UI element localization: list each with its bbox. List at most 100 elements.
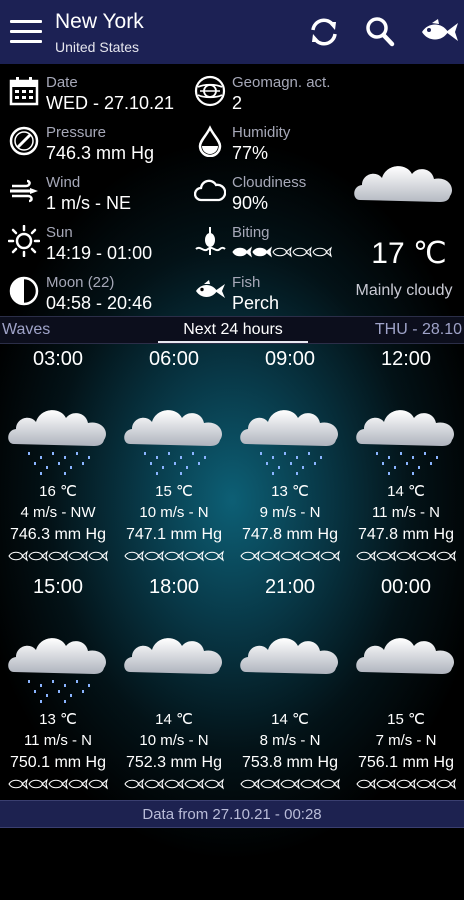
bite-fish-empty-icon	[144, 778, 164, 790]
date-value: WED - 27.10.21	[46, 93, 175, 113]
cloud-rain-icon	[238, 394, 342, 479]
app-header: New York United States	[0, 0, 464, 64]
active-tab-indicator	[158, 341, 308, 343]
cloud-rain-icon	[354, 394, 458, 479]
biting-label: Biting	[232, 224, 270, 241]
forecast-pressure: 756.1 mm Hg	[357, 754, 455, 771]
country-name[interactable]: United States	[55, 39, 139, 55]
cloud-outline-icon	[193, 175, 227, 207]
tab-next-24-hours[interactable]: Next 24 hours	[160, 321, 306, 339]
cloudiness-value: 90%	[232, 193, 269, 213]
forecast-card[interactable]: 09:00 13 ℃ 9 m/s - N 747.8 mm Hg	[232, 344, 348, 574]
forecast-card[interactable]: 00:00 15 ℃ 7 m/s - N 756.1 mm Hg	[348, 572, 464, 802]
forecast-time: 03:00	[32, 348, 84, 370]
bite-fish-empty-icon	[164, 778, 184, 790]
search-icon[interactable]	[362, 14, 398, 50]
forecast-card[interactable]: 03:00 16 ℃ 4 m/s - NW 746.3 mm Hg	[0, 344, 116, 574]
current-weather-cloud-icon	[352, 152, 458, 208]
forecast-pressure: 746.3 mm Hg	[9, 526, 107, 543]
pressure-label: Pressure	[46, 124, 107, 141]
refresh-icon[interactable]	[306, 14, 342, 50]
forecast-wind: 8 m/s - N	[259, 732, 321, 749]
barometer-icon	[8, 125, 40, 157]
forecast-temperature: 14 ℃	[387, 483, 425, 500]
bite-fish-empty-icon	[68, 550, 88, 562]
bite-fish-empty-icon	[280, 778, 300, 790]
forecast-wind: 11 m/s - N	[23, 732, 93, 749]
bite-fish-empty-icon	[204, 550, 224, 562]
fish-icon[interactable]	[418, 14, 460, 50]
bite-fish-empty-icon	[8, 778, 28, 790]
wind-icon	[8, 175, 40, 207]
bite-fish-empty-icon	[88, 550, 108, 562]
fish-species-icon	[194, 275, 226, 307]
forecast-biting-rating	[124, 549, 224, 565]
forecast-card[interactable]: 12:00 14 ℃ 11 m/s - N 747.8 mm Hg	[348, 344, 464, 574]
cloud-rain-icon	[6, 622, 110, 707]
current-temperature: 17 ℃	[371, 237, 447, 270]
menu-icon[interactable]	[10, 20, 42, 44]
bite-fish-empty-icon	[124, 550, 144, 562]
moon-phase-icon	[8, 275, 40, 307]
forecast-time: 15:00	[32, 576, 84, 598]
bite-fish-empty-icon	[376, 778, 396, 790]
forecast-card[interactable]: 15:00 13 ℃ 11 m/s - N 750.1 mm Hg	[0, 572, 116, 802]
tab-waves[interactable]: Waves	[2, 321, 50, 339]
bite-fish-filled-icon	[252, 246, 272, 258]
bite-fish-empty-icon	[28, 550, 48, 562]
forecast-temperature: 13 ℃	[39, 711, 77, 728]
forecast-card[interactable]: 18:00 14 ℃ 10 m/s - N 752.3 mm Hg	[116, 572, 232, 802]
forecast-time: 00:00	[380, 576, 432, 598]
cloud-rain-icon	[122, 394, 226, 479]
forecast-card[interactable]: 21:00 14 ℃ 8 m/s - N 753.8 mm Hg	[232, 572, 348, 802]
forecast-pressure: 752.3 mm Hg	[125, 754, 223, 771]
float-icon	[194, 225, 226, 257]
bite-fish-empty-icon	[124, 778, 144, 790]
bite-fish-empty-icon	[260, 550, 280, 562]
forecast-temperature: 14 ℃	[155, 711, 193, 728]
bite-fish-empty-icon	[280, 550, 300, 562]
bite-fish-empty-icon	[88, 778, 108, 790]
data-timestamp: Data from 27.10.21 - 00:28	[142, 806, 322, 823]
bite-fish-empty-icon	[48, 550, 68, 562]
bite-fish-empty-icon	[320, 550, 340, 562]
date-label: Date	[46, 74, 78, 91]
geomagnetic-value: 2	[232, 93, 243, 113]
forecast-biting-rating	[356, 777, 456, 793]
bite-fish-empty-icon	[436, 778, 456, 790]
sun-value: 14:19 - 01:00	[46, 243, 153, 263]
bite-fish-empty-icon	[28, 778, 48, 790]
humidity-label: Humidity	[232, 124, 291, 141]
sun-icon	[7, 224, 41, 258]
forecast-wind: 7 m/s - N	[375, 732, 437, 749]
bite-fish-empty-icon	[164, 550, 184, 562]
cloud-rain-icon	[6, 394, 110, 479]
sun-label: Sun	[46, 224, 73, 241]
bite-fish-empty-icon	[436, 550, 456, 562]
bite-fish-empty-icon	[356, 550, 376, 562]
geomagnetic-row: Geomagn. act. 2	[194, 68, 354, 114]
sun-row: Sun 14:19 - 01:00	[7, 218, 198, 264]
bite-fish-empty-icon	[320, 778, 340, 790]
tab-next-day[interactable]: THU - 28.10	[375, 321, 462, 339]
bite-fish-empty-icon	[184, 550, 204, 562]
forecast-temperature: 14 ℃	[271, 711, 309, 728]
forecast-pressure: 750.1 mm Hg	[9, 754, 107, 771]
forecast-wind: 11 m/s - N	[371, 504, 441, 521]
bite-fish-empty-icon	[240, 778, 260, 790]
date-row: Date WED - 27.10.21	[8, 68, 198, 114]
bite-fish-empty-icon	[240, 550, 260, 562]
cloud-icon	[238, 622, 342, 704]
forecast-card[interactable]: 06:00 15 ℃ 10 m/s - N 747.1 mm Hg	[116, 344, 232, 574]
droplet-icon	[194, 125, 226, 158]
forecast-time: 09:00	[264, 348, 316, 370]
bite-fish-empty-icon	[184, 778, 204, 790]
bite-fish-empty-icon	[260, 778, 280, 790]
data-timestamp-bar: Data from 27.10.21 - 00:28	[0, 800, 464, 828]
forecast-pressure: 747.8 mm Hg	[357, 526, 455, 543]
forecast-biting-rating	[8, 777, 108, 793]
city-name[interactable]: New York	[55, 10, 144, 34]
bite-fish-empty-icon	[416, 778, 436, 790]
bite-fish-filled-icon	[232, 246, 252, 258]
bite-fish-empty-icon	[396, 778, 416, 790]
